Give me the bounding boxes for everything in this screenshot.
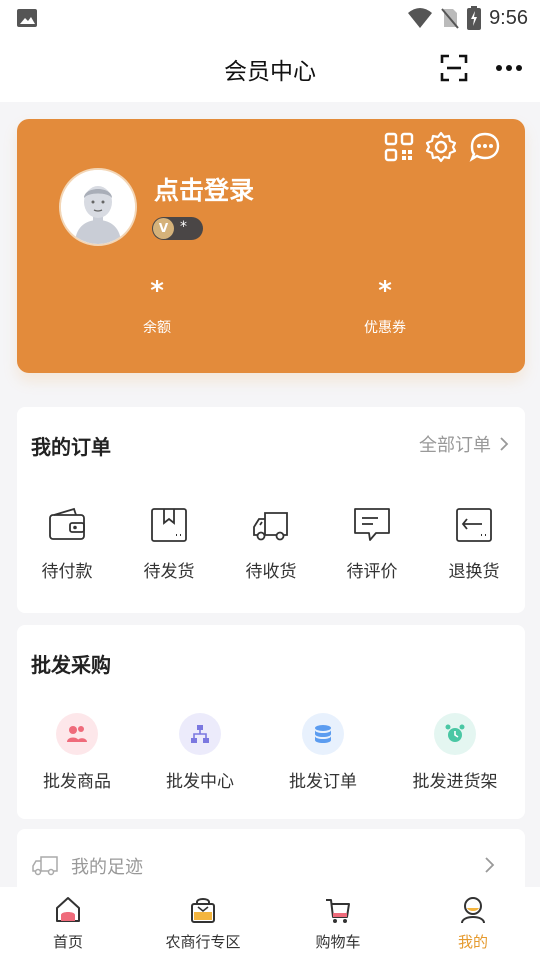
- database-glyph-icon: [315, 725, 331, 743]
- order-label: 退换货: [448, 562, 500, 582]
- wholesale-orders[interactable]: 批发订单: [263, 713, 383, 792]
- order-label: 待收货: [245, 562, 297, 582]
- goods-icon: [56, 713, 98, 755]
- status-bar: 9:56: [0, 0, 540, 36]
- settings-gear-icon[interactable]: [425, 131, 457, 163]
- all-orders-label: 全部订单: [419, 435, 491, 456]
- database-icon: [302, 713, 344, 755]
- wallet-icon: [49, 507, 85, 540]
- comment-icon: [354, 508, 390, 541]
- tab-label: 首页: [52, 933, 83, 951]
- order-pending-shipment[interactable]: 待发货: [119, 505, 219, 582]
- user-icon: [461, 897, 485, 924]
- tab-mine[interactable]: 我的: [413, 895, 533, 952]
- org-chart-glyph-icon: [191, 725, 209, 743]
- wholesale-shelf[interactable]: 批发进货架: [395, 713, 515, 792]
- member-level-badge: V *: [152, 217, 203, 240]
- org-chart-icon: [179, 713, 221, 755]
- bank-bag-icon: [191, 898, 215, 923]
- default-avatar-icon: [61, 170, 135, 244]
- footprint-truck-icon: [32, 856, 58, 876]
- order-pending-receipt[interactable]: 待收货: [221, 505, 321, 582]
- return-icon: [456, 508, 492, 542]
- wholesale-label: 批发中心: [166, 772, 234, 792]
- wholesale-center[interactable]: 批发中心: [140, 713, 260, 792]
- cart-icon: [326, 899, 350, 923]
- order-returns[interactable]: 退换货: [424, 505, 524, 582]
- orders-card: 我的订单 全部订单 待付款 待发货 待收货 待评价 退换货: [17, 407, 525, 613]
- order-label: 待评价: [346, 562, 398, 582]
- battery-icon: [467, 6, 482, 30]
- coupon-stat[interactable]: * 优惠券: [315, 271, 455, 337]
- status-time: 9:56: [489, 6, 528, 29]
- balance-value: *: [150, 276, 164, 306]
- tab-home[interactable]: 首页: [8, 895, 128, 952]
- chevron-right-icon: [500, 437, 509, 451]
- member-level-value: *: [180, 219, 187, 235]
- order-label: 待付款: [41, 562, 93, 582]
- wifi-icon: [408, 8, 433, 28]
- package-icon: [151, 508, 187, 542]
- balance-label: 余额: [143, 320, 171, 336]
- footprint-label: 我的足迹: [71, 857, 143, 878]
- wholesale-title: 批发采购: [31, 653, 111, 677]
- wholesale-goods[interactable]: 批发商品: [17, 713, 137, 792]
- vip-v-icon: V: [153, 218, 174, 239]
- login-link[interactable]: 点击登录: [154, 171, 254, 207]
- title-bar: 会员中心: [0, 36, 540, 102]
- wholesale-label: 批发商品: [43, 772, 111, 792]
- balance-stat[interactable]: * 余额: [87, 271, 227, 337]
- home-icon: [56, 897, 80, 922]
- more-icon[interactable]: [494, 56, 524, 80]
- all-orders-link[interactable]: 全部订单: [419, 431, 509, 457]
- goods-glyph-icon: [67, 726, 87, 742]
- no-sim-icon: [441, 8, 459, 29]
- coupon-label: 优惠券: [364, 320, 406, 336]
- tab-label: 我的: [457, 933, 488, 951]
- member-card: 点击登录 V * * 余额 * 优惠券: [17, 119, 525, 373]
- orders-title: 我的订单: [31, 435, 111, 459]
- alarm-clock-glyph-icon: [445, 724, 465, 742]
- avatar[interactable]: [59, 168, 137, 246]
- bottom-tab-bar: 首页 农商行专区 购物车 我的: [0, 887, 540, 960]
- wholesale-label: 批发订单: [289, 772, 357, 792]
- tab-cart[interactable]: 购物车: [278, 895, 398, 952]
- chevron-right-icon: [485, 857, 495, 873]
- gallery-icon: [17, 9, 37, 27]
- coupon-value: *: [378, 276, 392, 306]
- qr-code-icon[interactable]: [383, 131, 415, 163]
- tab-label: 购物车: [315, 933, 361, 951]
- order-label: 待发货: [143, 562, 195, 582]
- tab-label: 农商行专区: [165, 933, 241, 951]
- tab-bank-zone[interactable]: 农商行专区: [143, 895, 263, 952]
- scan-icon[interactable]: [440, 54, 468, 82]
- truck-icon: [253, 512, 288, 541]
- order-pending-review[interactable]: 待评价: [322, 505, 422, 582]
- order-pending-payment[interactable]: 待付款: [17, 505, 117, 582]
- alarm-clock-icon: [434, 713, 476, 755]
- message-icon[interactable]: [469, 131, 501, 163]
- wholesale-card: 批发采购 批发商品 批发中心 批发订单 批发进货架: [17, 625, 525, 819]
- wholesale-label: 批发进货架: [412, 772, 498, 792]
